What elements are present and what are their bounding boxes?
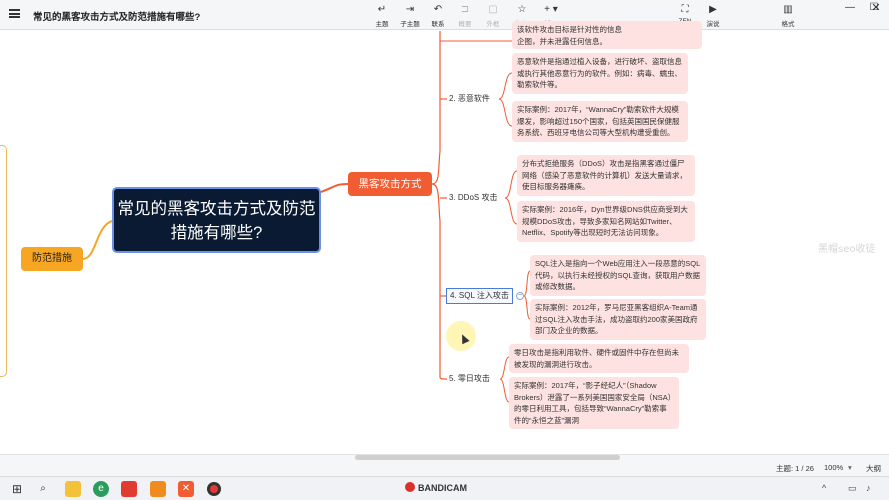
bandicam-logo-icon xyxy=(405,482,415,492)
central-topic[interactable]: 常见的黑客攻击方式及防范措施有哪些? xyxy=(112,187,321,253)
format-panel-icon: ▥ xyxy=(783,4,793,15)
main-topic-prevention[interactable]: 防范措施 xyxy=(21,247,83,271)
orange-x-app-icon[interactable]: ✕ xyxy=(178,481,194,497)
subtopic-ddos[interactable]: 3. DDoS 攻击 xyxy=(449,192,497,204)
leaf-malware-case[interactable]: 实际案例：2017年，“WannaCry”勒索软件大规模爆发，影响超过150个国… xyxy=(512,101,688,142)
file-explorer-icon[interactable] xyxy=(65,481,81,497)
tray-chevron-icon[interactable]: ^ xyxy=(822,483,826,493)
bandicam-label: BANDICAM xyxy=(418,483,467,493)
partial-leaf-top[interactable]: 该软件攻击目标是针对性的信息 企图，并未泄露任何信息。 xyxy=(512,21,702,49)
star-icon: ☆ xyxy=(517,4,527,15)
close-button[interactable]: ✕ xyxy=(864,0,888,16)
collapse-toggle-icon[interactable]: − xyxy=(516,292,524,300)
leaf-ddos-case[interactable]: 实际案例：2016年，Dyn世界级DNS供应商受到大规模DDoS攻击，导致多家知… xyxy=(517,201,695,242)
minimize-button[interactable]: — xyxy=(838,0,862,16)
zoom-level[interactable]: 100% xyxy=(824,463,843,472)
document-title: 常见的黑客攻击方式及防范措施有哪些? xyxy=(33,12,201,23)
windows-logo-icon[interactable]: ⊞ xyxy=(9,481,25,497)
subtopic-malware[interactable]: 2. 恶意软件 xyxy=(449,93,490,105)
bandicam-watermark: BANDICAM xyxy=(405,482,467,493)
record-icon[interactable] xyxy=(207,482,221,496)
leaf-zero-day-definition[interactable]: 零日攻击是指利用软件、硬件或固件中存在但尚未被发现的漏洞进行攻击。 xyxy=(509,344,689,373)
status-bar: 主题: 1 / 26 100% ▾ 大纲 xyxy=(0,454,889,476)
outline-toggle[interactable]: 大纲 xyxy=(866,463,881,474)
topic-count: 主题: 1 / 26 xyxy=(776,464,814,473)
leaf-sql-case[interactable]: 实际案例：2012年，罗马尼亚黑客组织A-Team通过SQL注入攻击手法，成功盗… xyxy=(530,299,706,340)
network-icon[interactable]: ▭ xyxy=(848,483,857,494)
boundary-button[interactable]: ▢ 外框 xyxy=(477,4,509,28)
leaf-ddos-definition[interactable]: 分布式拒绝服务（DDoS）攻击是指黑客通过僵尸网络（感染了恶意软件的计算机）发送… xyxy=(517,155,695,196)
horizontal-scrollbar[interactable] xyxy=(355,455,620,460)
collapsed-left-branch[interactable] xyxy=(0,145,7,377)
subtopic-zero-day[interactable]: 5. 零日攻击 xyxy=(449,373,490,385)
edge-browser-icon[interactable]: e xyxy=(93,481,109,497)
play-screen-icon: ▶ xyxy=(709,4,717,15)
plus-icon: + ▾ xyxy=(544,4,558,15)
main-topic-attack-methods[interactable]: 黑客攻击方式 xyxy=(348,172,432,196)
partial-leaf-text: 企图，并未泄露任何信息。 xyxy=(517,36,607,46)
format-panel-button[interactable]: ▥ 格式 xyxy=(772,4,804,28)
zoom-dropdown-icon[interactable]: ▾ xyxy=(848,463,852,472)
leaf-sql-definition[interactable]: SQL注入是指向一个Web应用注入一段恶意的SQL代码，以执行未经授权的SQL查… xyxy=(530,255,706,296)
frame-icon: ▢ xyxy=(488,4,498,15)
red-app-icon[interactable] xyxy=(121,481,137,497)
os-taskbar: ⊞ ⌕ e ✕ BANDICAM ^ ▭ ♪ xyxy=(0,476,889,500)
leaf-zero-day-case[interactable]: 实际案例：2017年，“影子经纪人”（Shadow Brokers）泄露了一系列… xyxy=(509,377,679,429)
subtopic-sql-injection[interactable]: 4. SQL 注入攻击 xyxy=(446,288,513,304)
partial-leaf-line: 该软件攻击目标是针对性的信息 xyxy=(517,25,622,34)
brand-watermark: 黑帽seo收徒 xyxy=(818,244,876,255)
menu-icon[interactable] xyxy=(9,9,20,18)
mindmap-canvas[interactable]: 该软件攻击目标是针对性的信息 企图，并未泄露任何信息。 常见的黑客攻击方式及防范… xyxy=(0,21,889,479)
volume-icon[interactable]: ♪ xyxy=(866,483,871,493)
orange-app-icon[interactable] xyxy=(150,481,166,497)
leaf-malware-definition[interactable]: 恶意软件是指通过植入设备，进行破坏、盗取信息或执行其他恶意行为的软件。例如：病毒… xyxy=(512,53,688,94)
search-icon[interactable]: ⌕ xyxy=(35,481,51,497)
title-bar: 常见的黑客攻击方式及防范措施有哪些? ↵ 主题 ⇥ 子主题 ↶ 联系 ⊐ 概要 … xyxy=(0,0,889,30)
